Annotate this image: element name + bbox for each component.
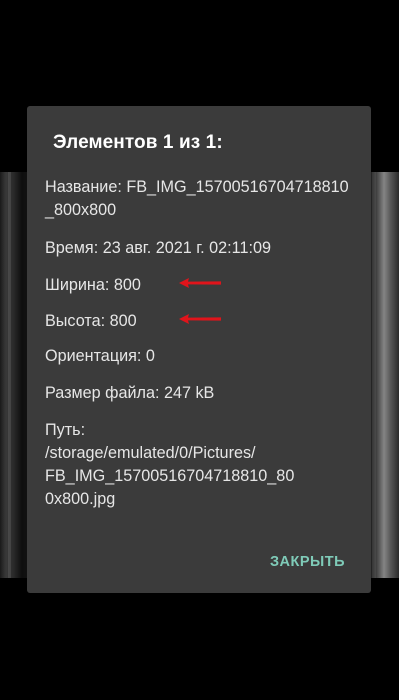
screen: Элементов 1 из 1: Название: FB_IMG_15700… (0, 0, 399, 700)
orientation-field: Ориентация: 0 (45, 347, 155, 365)
date-time-field: Время: 23 авг. 2021 г. 02:11:09 (45, 239, 271, 257)
path-line: FB_IMG_15700516704718810_80 (45, 467, 295, 485)
red-arrow-icon (179, 278, 221, 288)
close-button[interactable]: ЗАКРЫТЬ (270, 554, 345, 570)
details-dialog: Элементов 1 из 1: Название: FB_IMG_15700… (27, 106, 371, 593)
path-label: Путь: (45, 421, 86, 439)
dialog-title: Элементов 1 из 1: (53, 132, 223, 153)
path-line: 0x800.jpg (45, 490, 116, 508)
path-field: Путь: /storage/emulated/0/Pictures/ FB_I… (45, 419, 357, 511)
red-arrow-icon (179, 314, 221, 324)
file-size-field: Размер файла: 247 kB (45, 384, 215, 402)
file-name-field: Название: FB_IMG_15700516704718810_800x8… (45, 178, 349, 219)
path-line: /storage/emulated/0/Pictures/ (45, 444, 256, 462)
